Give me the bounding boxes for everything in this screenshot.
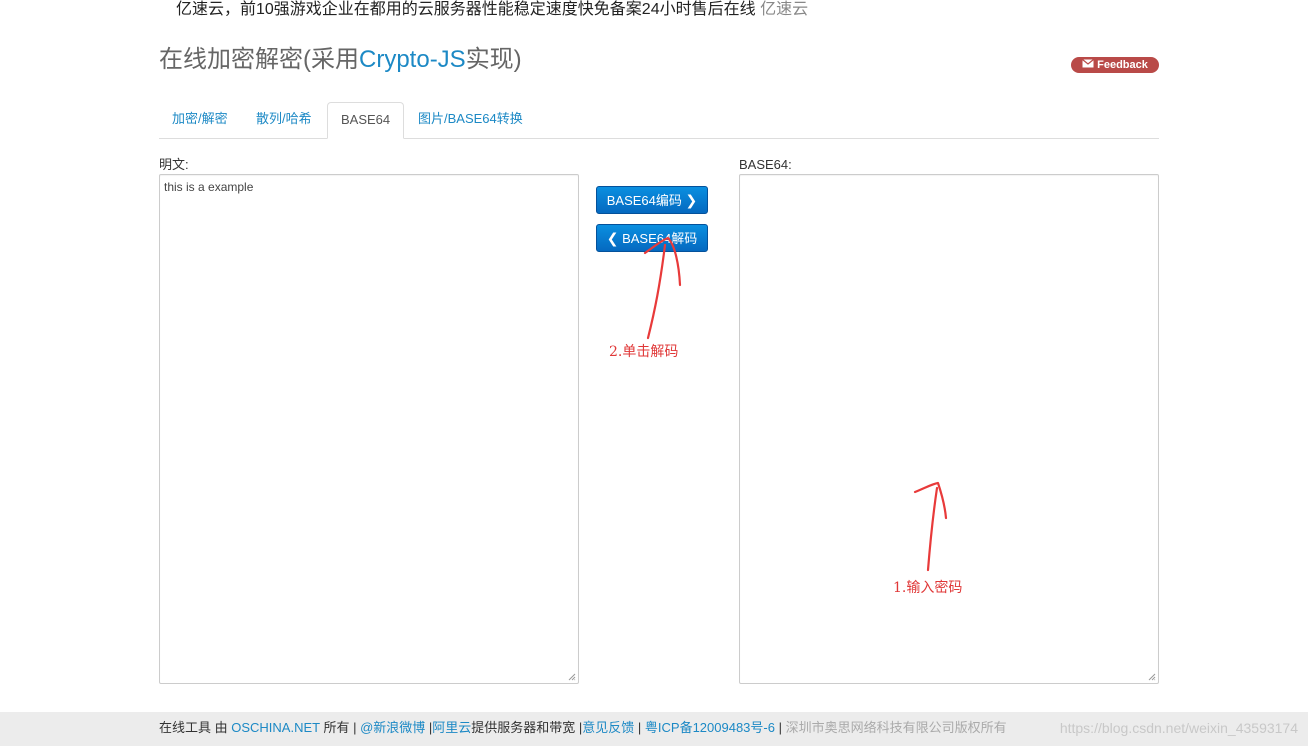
annotation-step2: 2.单击解码 [609, 344, 679, 360]
footer-owned-text: 所有 | [319, 720, 361, 735]
footer-text: 在线工具 由 OSCHINA.NET 所有 | @新浪微博 | 阿里云提供服务器和… [159, 720, 1007, 736]
footer-feedback-link[interactable]: 意见反馈 [582, 720, 634, 735]
footer-separator: | [634, 720, 645, 735]
chevron-right-icon: ❯ [685, 192, 698, 208]
watermark: https://blog.csdn.net/weixin_43593174 [1059, 720, 1298, 736]
footer-company-text: 深圳市奥思网络科技有限公司版权所有 [785, 720, 1007, 735]
annotation-step1: 1.输入密码 [893, 580, 963, 596]
footer-aliyun-link[interactable]: 阿里云 [432, 720, 471, 735]
base64-encode-button[interactable]: BASE64编码 ❯ [596, 186, 708, 214]
footer-oschina-link[interactable]: OSCHINA.NET [231, 720, 320, 735]
resize-grip-icon[interactable] [568, 673, 576, 681]
base64-label: BASE64: [739, 157, 792, 172]
plaintext-value: this is a example [164, 180, 254, 194]
base64-textarea[interactable] [739, 174, 1159, 684]
footer-prefix: 在线工具 由 [159, 720, 232, 735]
title-suffix: 实现) [465, 46, 522, 73]
tab-image-base64[interactable]: 图片/BASE64转换 [405, 102, 536, 137]
envelope-icon [1082, 57, 1095, 73]
plaintext-textarea[interactable]: this is a example [159, 174, 579, 684]
footer-icp-link[interactable]: 粤ICP备12009483号-6 [645, 720, 775, 735]
title-accent: Crypto-JS [359, 46, 466, 73]
resize-grip-icon[interactable] [1148, 673, 1156, 681]
page-title: 在线加密解密(采用Crypto-JS实现) [159, 44, 522, 76]
footer-provides-text: 提供服务器和带宽 | [471, 720, 583, 735]
tab-encrypt-decrypt[interactable]: 加密/解密 [159, 102, 241, 137]
plaintext-label: 明文: [159, 157, 189, 172]
ad-banner[interactable]: 亿速云，前10强游戏企业在都用的云服务器性能稳定速度快免备案24小时售后在线 亿… [176, 0, 808, 22]
decode-label: BASE64解码 [622, 231, 698, 246]
chevron-left-icon: ❮ [606, 230, 619, 246]
base64-decode-button[interactable]: ❮ BASE64解码 [596, 224, 708, 252]
feedback-button[interactable]: Feedback [1071, 57, 1159, 73]
tab-base64[interactable]: BASE64 [327, 102, 405, 139]
annotation-arrow-decode [643, 236, 682, 340]
footer: 在线工具 由 OSCHINA.NET 所有 | @新浪微博 | 阿里云提供服务器和… [0, 712, 1308, 746]
encode-label: BASE64编码 [606, 193, 682, 208]
ad-brand-link[interactable]: 亿速云 [760, 1, 808, 18]
title-prefix: 在线加密解密(采用 [159, 46, 359, 73]
tab-bar: 加密/解密 散列/哈希 BASE64 图片/BASE64转换 [159, 102, 1159, 139]
footer-weibo-link[interactable]: @新浪微博 [360, 720, 425, 735]
feedback-label: Feedback [1097, 59, 1148, 71]
footer-separator: | [774, 720, 786, 735]
ad-text: 亿速云，前10强游戏企业在都用的云服务器性能稳定速度快免备案24小时售后在线 [176, 1, 756, 18]
tab-hash[interactable]: 散列/哈希 [243, 102, 325, 137]
